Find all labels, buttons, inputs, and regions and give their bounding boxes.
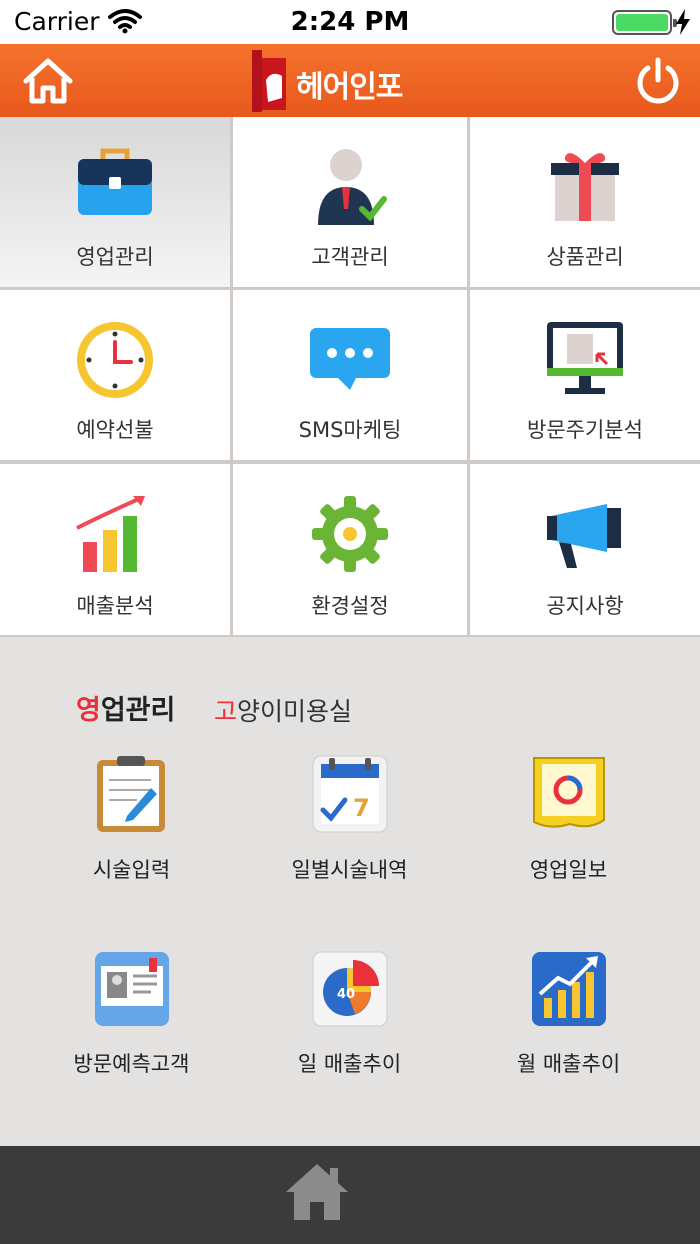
calendar-icon: 7 <box>312 755 387 833</box>
menu-label: 환경설정 <box>311 594 389 618</box>
menu-settings[interactable]: 환경설정 <box>233 464 467 635</box>
bottom-tab-bar <box>0 1146 700 1244</box>
section-title: 영업관리 <box>76 695 176 726</box>
bar-chart-icon <box>76 496 145 572</box>
main-menu-grid: 영업관리 고객관리 상품관리 예약선불 SMS마케팅 방문주기분석 매출분석 환… <box>0 117 700 637</box>
home-tab-icon[interactable] <box>282 1158 352 1228</box>
menu-visit-cycle-analysis[interactable]: 방문주기분석 <box>470 290 700 460</box>
app-header: 헤어인포 <box>0 44 700 117</box>
power-button[interactable] <box>632 56 684 106</box>
charging-bolt-icon <box>676 9 690 35</box>
shop-name: 고양이미용실 <box>214 697 353 726</box>
customer-icon <box>318 149 387 225</box>
menu-sales-analysis[interactable]: 매출분석 <box>0 464 230 635</box>
menu-label: SMS마케팅 <box>298 418 402 442</box>
logo-mark-icon <box>252 50 286 112</box>
status-bar: Carrier 2:24 PM <box>0 0 700 44</box>
submenu-treatment-input[interactable]: 시술입력 <box>15 754 248 884</box>
logo-text: 헤어인포 <box>296 70 403 105</box>
monitor-icon <box>547 322 623 394</box>
menu-label: 공지사항 <box>546 594 624 618</box>
gear-icon <box>312 496 388 572</box>
menu-reservation-prepaid[interactable]: 예약선불 <box>0 290 230 460</box>
home-button[interactable] <box>20 56 76 106</box>
message-icon <box>310 328 390 390</box>
menu-sales-management[interactable]: 영업관리 <box>0 117 230 287</box>
menu-label: 예약선불 <box>76 418 154 442</box>
menu-label: 상품관리 <box>546 245 624 269</box>
pie-chart-icon: 40 <box>312 951 387 1027</box>
menu-label: 영업관리 <box>76 245 154 269</box>
submenu-daily-sales-trend[interactable]: 40 일 매출추이 <box>233 948 466 1078</box>
menu-customer-management[interactable]: 고객관리 <box>233 117 467 287</box>
submenu-label: 일 매출추이 <box>297 1052 402 1076</box>
menu-label: 고객관리 <box>311 245 389 269</box>
submenu-label: 시술입력 <box>92 858 171 882</box>
report-icon <box>532 757 605 828</box>
trend-chart-icon <box>531 952 606 1026</box>
pie-value: 40 <box>337 987 355 1002</box>
submenu-visit-forecast-customers[interactable]: 방문예측고객 <box>15 948 248 1078</box>
submenu-label: 영업일보 <box>529 858 608 882</box>
battery-icon <box>612 10 677 35</box>
clipboard-icon <box>96 756 165 832</box>
submenu-label: 일별시술내역 <box>291 858 408 882</box>
menu-label: 매출분석 <box>76 594 154 618</box>
megaphone-icon <box>547 504 621 568</box>
menu-product-management[interactable]: 상품관리 <box>470 117 700 287</box>
menu-notice[interactable]: 공지사항 <box>470 464 700 635</box>
calendar-day: 7 <box>353 794 370 822</box>
submenu-daily-sales-report[interactable]: 영업일보 <box>452 754 685 884</box>
menu-label: 방문주기분석 <box>527 418 643 442</box>
briefcase-icon <box>78 148 152 215</box>
submenu-daily-treatment-history[interactable]: 7 일별시술내역 <box>233 754 466 884</box>
clock-time: 2:24 PM <box>290 7 410 37</box>
submenu-label: 월 매출추이 <box>516 1052 621 1076</box>
app-logo: 헤어인포 <box>252 50 432 112</box>
menu-sms-marketing[interactable]: SMS마케팅 <box>233 290 467 460</box>
submenu-monthly-sales-trend[interactable]: 월 매출추이 <box>452 948 685 1078</box>
id-card-icon <box>94 952 169 1026</box>
clock-icon <box>77 322 153 398</box>
submenu-label: 방문예측고객 <box>73 1052 190 1076</box>
gift-icon <box>551 153 619 221</box>
